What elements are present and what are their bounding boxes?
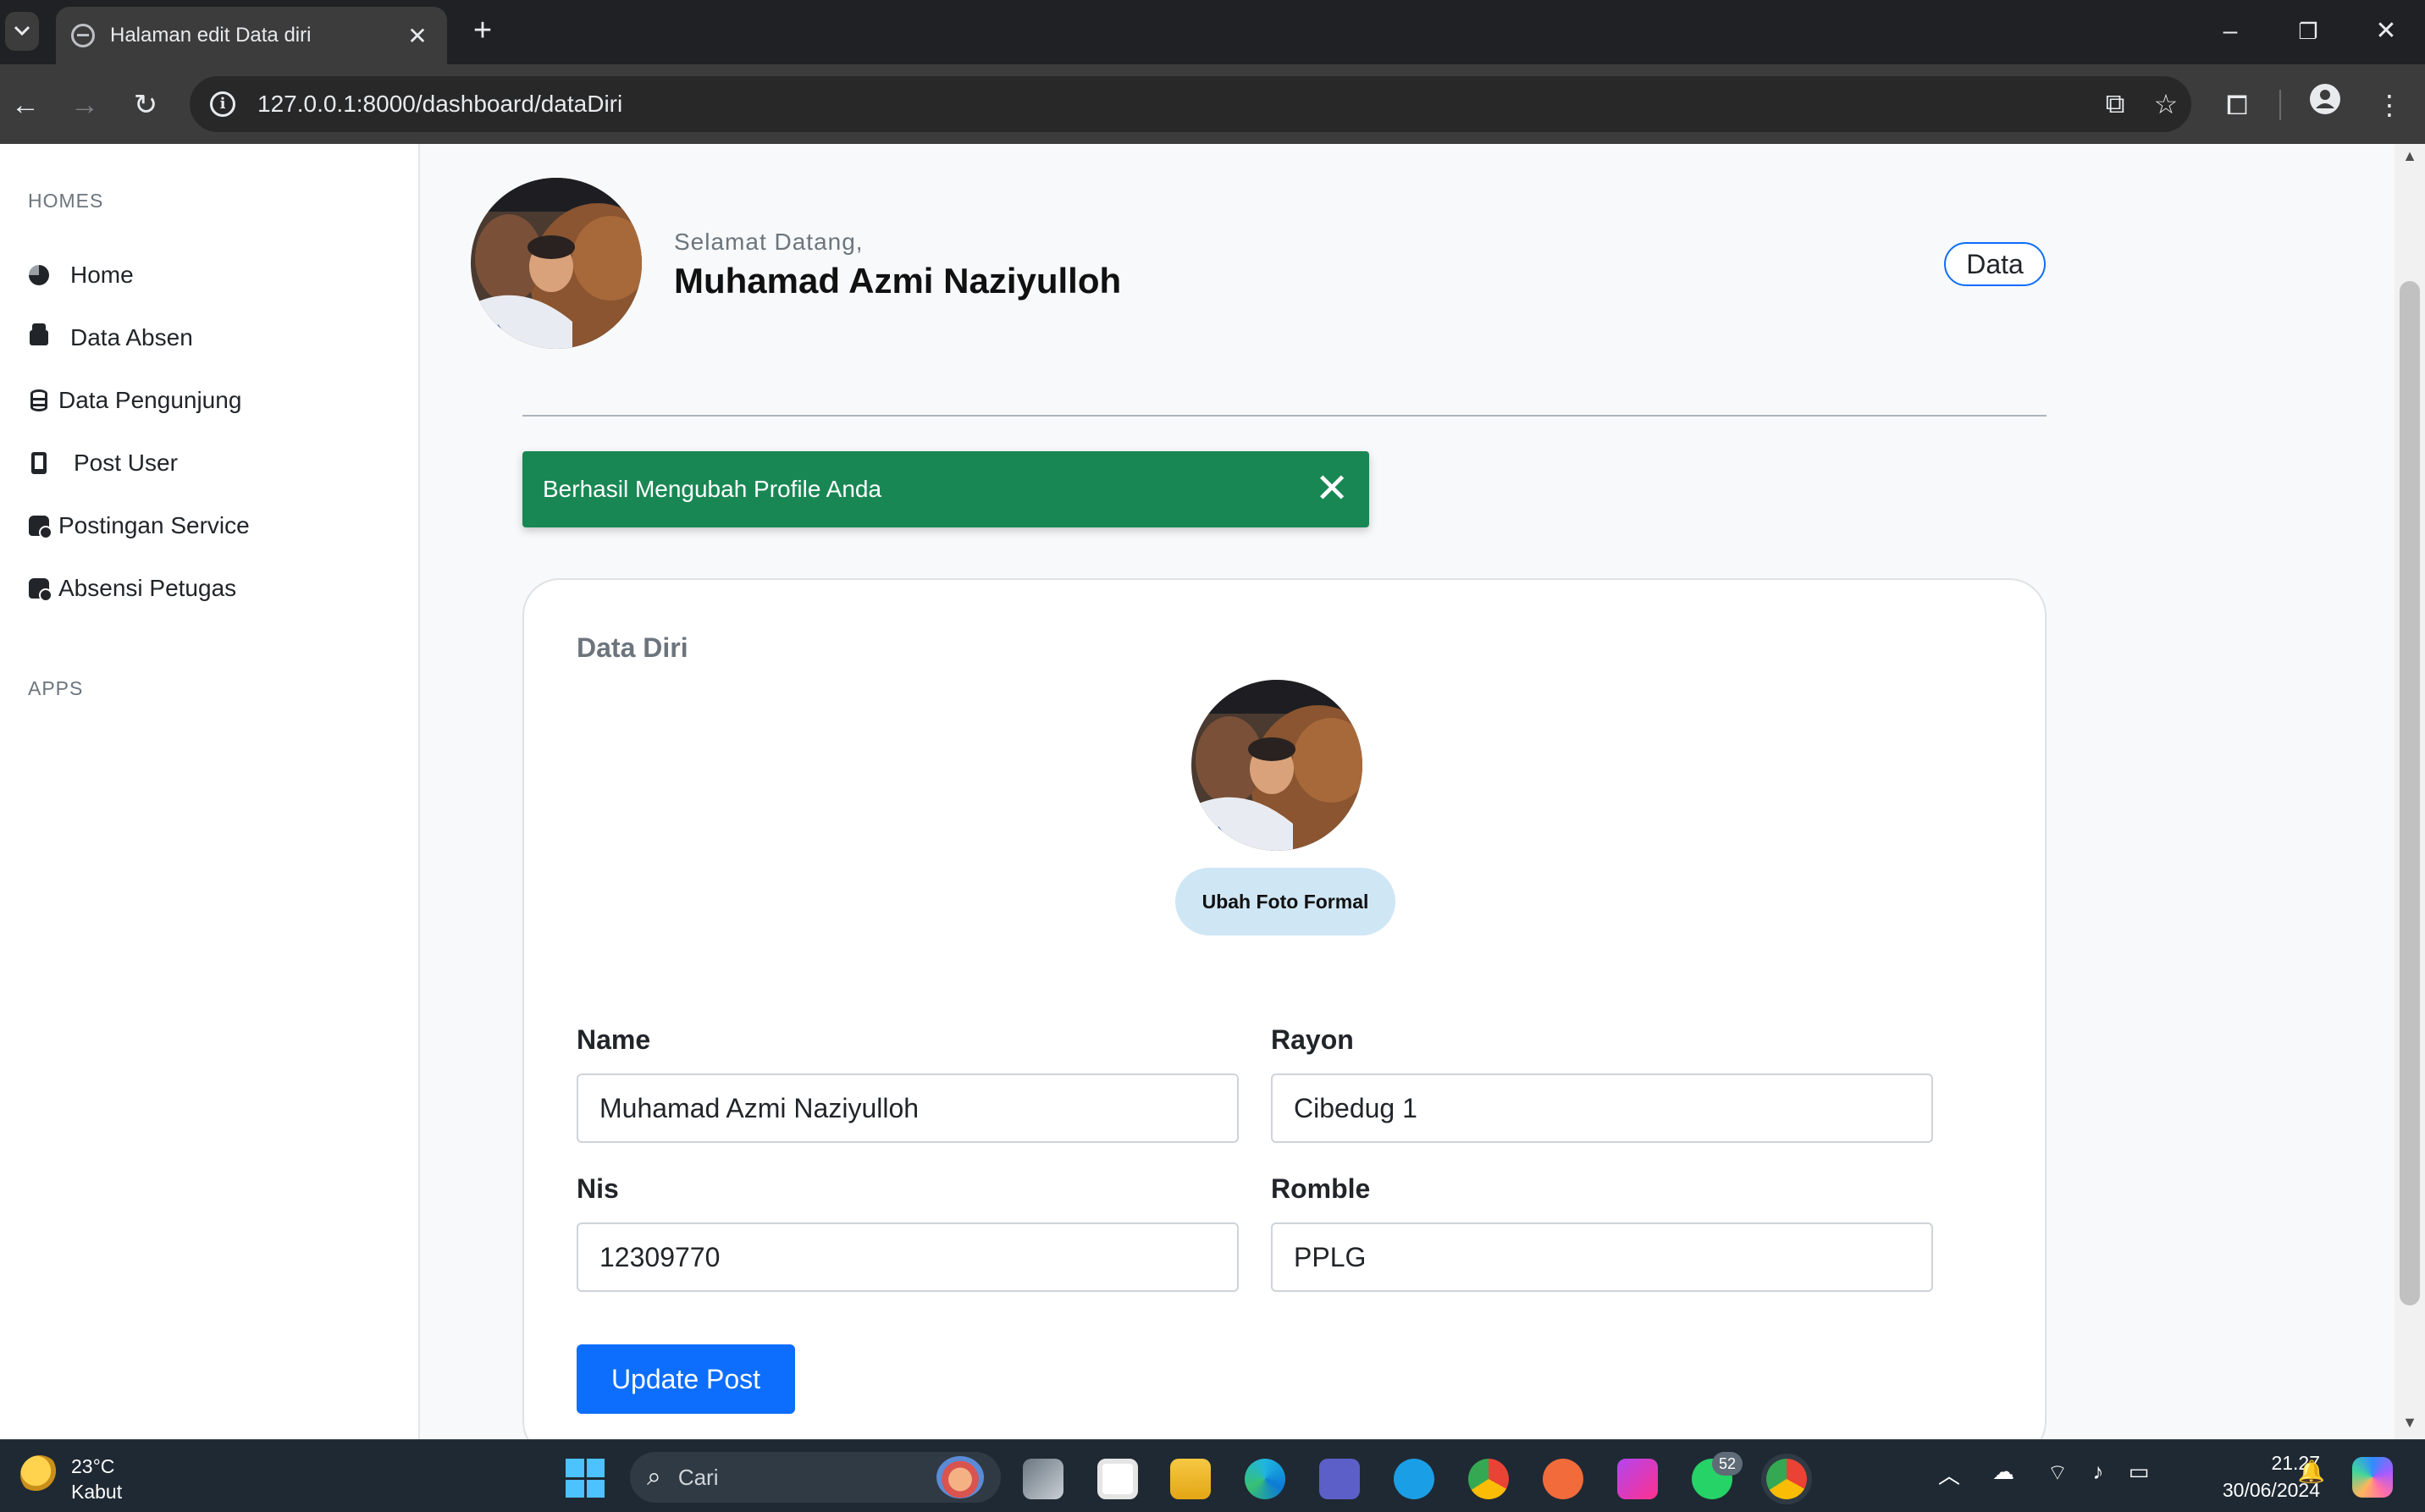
postman-icon[interactable] [1543, 1459, 1583, 1499]
close-tab-icon[interactable]: ✕ [403, 22, 432, 50]
onedrive-icon[interactable]: ☁ [1986, 1459, 2020, 1485]
sidebar-item-post-user[interactable]: Post User [28, 442, 178, 484]
extensions-icon[interactable]: ⧠ [2215, 83, 2259, 127]
restore-button[interactable]: ❐ [2283, 12, 2334, 51]
welcome-greeting: Selamat Datang, [674, 229, 864, 255]
copilot-icon[interactable] [2352, 1457, 2393, 1498]
translate-icon[interactable]: ⧉ [2090, 88, 2141, 120]
toolbar-divider [2279, 90, 2281, 120]
sidebar-item-label: Data Absen [70, 324, 193, 350]
romble-input[interactable]: PPLG [1271, 1222, 1933, 1292]
name-input[interactable]: Muhamad Azmi Naziyulloh [577, 1073, 1239, 1143]
taskbar: 23°C Kabut ⌕ Cari 52 ︿ ☁ ⌔ ♪ ▭ 21.27 30/… [0, 1439, 2425, 1512]
sidebar-item-label: Postingan Service [58, 512, 250, 538]
site-info-icon[interactable]: i [210, 91, 235, 117]
globe-icon [71, 24, 95, 47]
scrollbar-thumb[interactable] [2400, 281, 2420, 1305]
weather-icon[interactable] [20, 1455, 59, 1494]
header-divider [522, 415, 2047, 417]
sidebar-item-data-absen[interactable]: Data Absen [28, 317, 193, 359]
battery-icon[interactable]: ▭ [2122, 1459, 2156, 1485]
browser-menu-icon[interactable]: ⋮ [2367, 83, 2411, 127]
database-icon [28, 389, 50, 411]
profile-icon[interactable] [2303, 83, 2347, 127]
new-tab-button[interactable]: + [464, 12, 501, 51]
show-hidden-icons-icon[interactable]: ︿ [1932, 1459, 1966, 1490]
scroll-up-arrow-icon[interactable]: ▲ [2395, 147, 2425, 165]
url-text[interactable]: 127.0.0.1:8000/dashboard/dataDiri [257, 91, 2090, 118]
phone-icon [28, 452, 50, 474]
phpstorm-icon[interactable] [1617, 1459, 1658, 1499]
browser-toolbar: ← → ↻ i 127.0.0.1:8000/dashboard/dataDir… [0, 64, 2425, 144]
sidebar: HOMES Home Data Absen Data Pengunjung Po… [0, 144, 420, 1439]
sidebar-item-data-pengunjung[interactable]: Data Pengunjung [28, 379, 241, 422]
search-icon: ⌕ [647, 1463, 661, 1491]
user-avatar [471, 178, 642, 349]
microsoft-store-icon[interactable] [1097, 1459, 1138, 1499]
profile-card: Data Diri Ubah Foto Formal Name Muhamad … [522, 578, 2047, 1459]
database-gear-icon [28, 577, 52, 602]
page-scrollbar[interactable]: ▲ ▼ [2395, 144, 2425, 1439]
whatsapp-badge: 52 [1712, 1452, 1743, 1476]
windows-start-icon[interactable] [566, 1459, 605, 1498]
sidebar-item-label: Post User [74, 450, 178, 476]
file-explorer-icon[interactable] [1170, 1459, 1211, 1499]
tab-search-button[interactable] [5, 12, 39, 51]
change-photo-button[interactable]: Ubah Foto Formal [1175, 868, 1395, 935]
close-icon[interactable]: ✕ [1315, 469, 1349, 510]
sidebar-item-label: Absensi Petugas [58, 575, 237, 601]
alert-message: Berhasil Mengubah Profile Anda [543, 476, 882, 502]
sidebar-heading-apps: APPS [28, 677, 84, 699]
edge-browser-icon[interactable] [1245, 1459, 1285, 1499]
volume-icon[interactable]: ♪ [2081, 1459, 2115, 1485]
reload-button[interactable]: ↻ [124, 83, 168, 127]
card-title: Data Diri [577, 632, 688, 663]
sidebar-item-absensi-petugas[interactable]: Absensi Petugas [28, 567, 236, 610]
notification-bell-icon[interactable]: 🔔 [2295, 1459, 2328, 1485]
whatsapp-icon[interactable]: 52 [1692, 1452, 1743, 1499]
scroll-down-arrow-icon[interactable]: ▼ [2395, 1414, 2425, 1432]
success-alert: Berhasil Mengubah Profile Anda ✕ [522, 451, 1369, 527]
pie-chart-icon [28, 264, 50, 286]
sidebar-item-label: Data Pengunjung [58, 387, 242, 413]
database-app-icon[interactable] [1394, 1459, 1434, 1499]
name-label: Name [577, 1024, 651, 1055]
forward-button[interactable]: → [63, 83, 107, 127]
weather-temperature[interactable]: 23°C [71, 1455, 114, 1478]
sidebar-item-home[interactable]: Home [28, 254, 134, 296]
chrome-profile-icon[interactable] [1468, 1459, 1509, 1499]
chrome-active-icon[interactable] [1766, 1459, 1807, 1499]
chevron-down-icon [14, 25, 30, 36]
search-placeholder: Cari [677, 1464, 719, 1490]
nis-input[interactable]: 12309770 [577, 1222, 1239, 1292]
address-bar[interactable]: i 127.0.0.1:8000/dashboard/dataDiri ⧉ ☆ [190, 76, 2191, 132]
minimize-button[interactable]: – [2205, 12, 2256, 51]
tab-title: Halaman edit Data diri [110, 24, 312, 47]
weather-description[interactable]: Kabut [71, 1481, 122, 1504]
browser-tab[interactable]: Halaman edit Data diri ✕ [56, 7, 447, 64]
update-post-button[interactable]: Update Post [577, 1344, 795, 1414]
taskbar-search[interactable]: ⌕ Cari [630, 1452, 1001, 1503]
sidebar-heading-homes: HOMES [28, 190, 104, 212]
profile-photo [1191, 680, 1362, 851]
teams-icon[interactable] [1319, 1459, 1360, 1499]
sidebar-item-postingan-service[interactable]: Postingan Service [28, 505, 250, 547]
nis-label: Nis [577, 1173, 619, 1204]
rayon-input[interactable]: Cibedug 1 [1271, 1073, 1933, 1143]
database-gear-icon [28, 515, 52, 539]
wifi-icon[interactable]: ⌔ [2041, 1459, 2074, 1487]
inbox-icon [28, 323, 50, 349]
back-button[interactable]: ← [3, 83, 47, 127]
close-window-button[interactable]: ✕ [2361, 12, 2411, 51]
rayon-label: Rayon [1271, 1024, 1354, 1055]
sidebar-item-label: Home [70, 262, 134, 288]
romble-label: Romble [1271, 1173, 1371, 1204]
task-view-icon[interactable] [1023, 1459, 1063, 1499]
bookmark-star-icon[interactable]: ☆ [2141, 88, 2191, 120]
browser-titlebar: Halaman edit Data diri ✕ + – ❐ ✕ [0, 0, 2425, 64]
search-highlight-icon [936, 1456, 984, 1498]
user-name: Muhamad Azmi Naziyulloh [674, 261, 1122, 301]
data-pill-button[interactable]: Data [1944, 242, 2046, 286]
